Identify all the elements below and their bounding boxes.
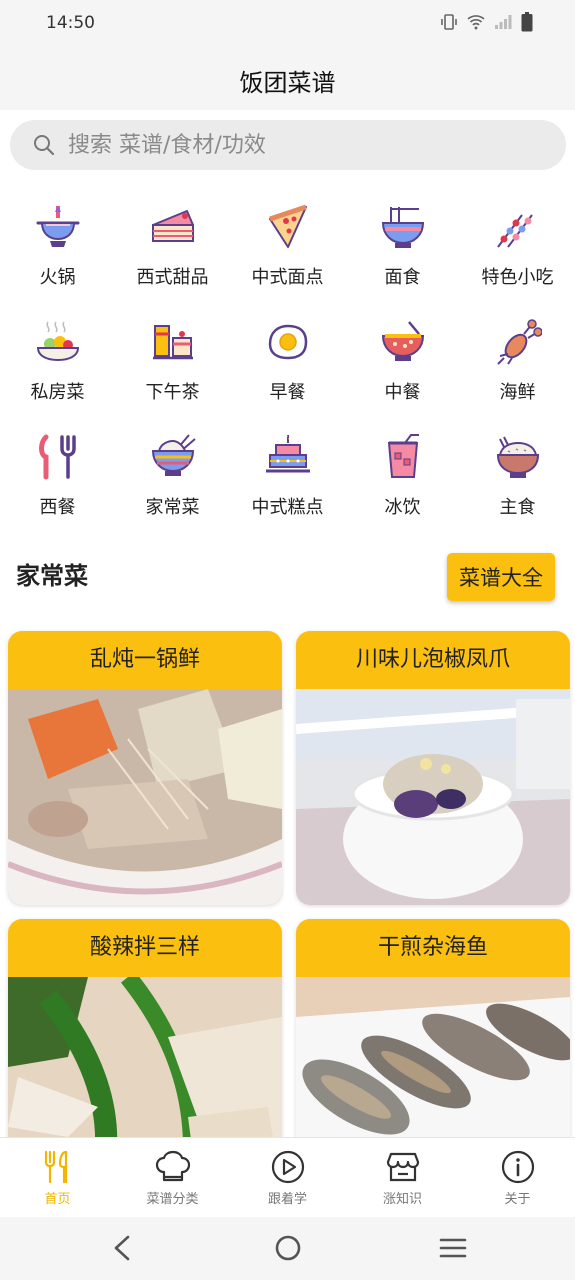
nav-home[interactable]: 首页 xyxy=(0,1138,115,1217)
category-label: 海鲜 xyxy=(499,382,536,403)
category-iced-drink[interactable]: 冰饮 xyxy=(345,425,460,540)
recipe-image xyxy=(8,689,282,905)
app-bar: 饭团菜谱 xyxy=(0,48,575,110)
nav-label: 菜谱分类 xyxy=(146,1192,199,1207)
category-label: 中餐 xyxy=(384,382,421,403)
category-home-dish[interactable]: 家常菜 xyxy=(115,425,230,540)
iced-drink-icon xyxy=(387,434,419,478)
category-seafood[interactable]: 海鲜 xyxy=(460,310,575,425)
battery-icon xyxy=(521,12,533,32)
category-staple-food[interactable]: 主食 xyxy=(460,425,575,540)
soup-bowl-icon xyxy=(381,321,424,361)
pizza-slice-icon xyxy=(268,204,307,248)
category-label: 家常菜 xyxy=(145,497,200,518)
recents-icon[interactable] xyxy=(438,1233,468,1263)
play-circle-icon xyxy=(271,1150,304,1184)
category-label: 冰饮 xyxy=(384,497,421,518)
hotpot-icon xyxy=(36,206,79,247)
category-label: 火锅 xyxy=(39,267,76,288)
category-label: 西式甜品 xyxy=(136,267,209,288)
nav-knowledge[interactable]: 涨知识 xyxy=(345,1138,460,1217)
knife-fork-icon xyxy=(38,434,76,480)
afternoon-tea-icon xyxy=(152,325,193,360)
utensils-icon xyxy=(44,1150,67,1184)
recipe-title: 川味儿泡椒凤爪 xyxy=(296,631,570,689)
recipe-card[interactable]: 川味儿泡椒凤爪 xyxy=(296,631,570,905)
section-title: 家常菜 xyxy=(16,562,88,590)
nav-label: 涨知识 xyxy=(382,1192,422,1207)
home-icon[interactable] xyxy=(273,1233,303,1263)
category-western-dessert[interactable]: 西式甜品 xyxy=(115,195,230,310)
category-noodles[interactable]: 面食 xyxy=(345,195,460,310)
category-chinese-cake[interactable]: 中式糕点 xyxy=(230,425,345,540)
search-bar[interactable] xyxy=(10,120,566,170)
rice-bowl-chopsticks-icon xyxy=(151,434,196,476)
recipe-card[interactable]: 乱炖一锅鲜 xyxy=(8,631,282,905)
fried-egg-icon xyxy=(268,324,307,360)
category-western-food[interactable]: 西餐 xyxy=(0,425,115,540)
category-grid: 火锅 西式甜品 中式面点 面食 特色小吃 私房菜 下午茶 早餐 中餐 海鲜 西餐 xyxy=(0,195,575,540)
category-label: 面食 xyxy=(384,267,421,288)
category-chinese-pastry[interactable]: 中式面点 xyxy=(230,195,345,310)
nav-about[interactable]: 关于 xyxy=(460,1138,575,1217)
wifi-icon xyxy=(467,15,485,30)
nav-categories[interactable]: 菜谱分类 xyxy=(115,1138,230,1217)
search-input[interactable] xyxy=(68,120,548,170)
category-label: 特色小吃 xyxy=(481,267,554,288)
recipe-title: 乱炖一锅鲜 xyxy=(8,631,282,689)
search-icon xyxy=(34,135,55,156)
category-label: 中式面点 xyxy=(251,267,324,288)
status-icons xyxy=(440,12,533,32)
category-label: 中式糕点 xyxy=(251,497,324,518)
chef-hat-icon xyxy=(155,1150,190,1182)
info-icon xyxy=(501,1150,534,1184)
skewers-icon xyxy=(496,214,533,248)
nav-label: 首页 xyxy=(44,1192,71,1207)
cake-slice-icon xyxy=(151,210,194,242)
layer-cake-icon xyxy=(265,435,310,473)
app-title: 饭团菜谱 xyxy=(239,69,336,97)
salad-plate-icon xyxy=(36,321,79,362)
category-private-dish[interactable]: 私房菜 xyxy=(0,310,115,425)
back-icon[interactable] xyxy=(110,1233,134,1263)
all-recipes-button[interactable]: 菜谱大全 xyxy=(447,553,555,601)
recipe-image xyxy=(296,689,570,905)
category-label: 主食 xyxy=(499,497,536,518)
status-time: 14:50 xyxy=(46,13,95,33)
status-bar: 14:50 xyxy=(0,0,575,48)
category-label: 早餐 xyxy=(269,382,306,403)
category-label: 西餐 xyxy=(39,497,76,518)
category-afternoon-tea[interactable]: 下午茶 xyxy=(115,310,230,425)
category-label: 私房菜 xyxy=(30,382,85,403)
recipe-title: 酸辣拌三样 xyxy=(8,919,282,977)
category-hotpot[interactable]: 火锅 xyxy=(0,195,115,310)
category-breakfast[interactable]: 早餐 xyxy=(230,310,345,425)
recipe-title: 干煎杂海鱼 xyxy=(296,919,570,977)
shop-icon xyxy=(386,1152,419,1182)
rice-bowl-icon xyxy=(496,436,539,478)
noodle-bowl-icon xyxy=(381,207,424,248)
system-nav-bar xyxy=(0,1217,575,1280)
nav-label: 跟着学 xyxy=(267,1192,307,1207)
vibrate-icon xyxy=(441,14,457,30)
signal-icon xyxy=(495,15,512,29)
bottom-nav: 首页 菜谱分类 跟着学 涨知识 关于 xyxy=(0,1137,575,1217)
lobster-icon xyxy=(496,319,542,365)
nav-label: 关于 xyxy=(504,1192,531,1207)
category-chinese-meal[interactable]: 中餐 xyxy=(345,310,460,425)
category-label: 下午茶 xyxy=(145,382,200,403)
category-snacks[interactable]: 特色小吃 xyxy=(460,195,575,310)
nav-learn[interactable]: 跟着学 xyxy=(230,1138,345,1217)
